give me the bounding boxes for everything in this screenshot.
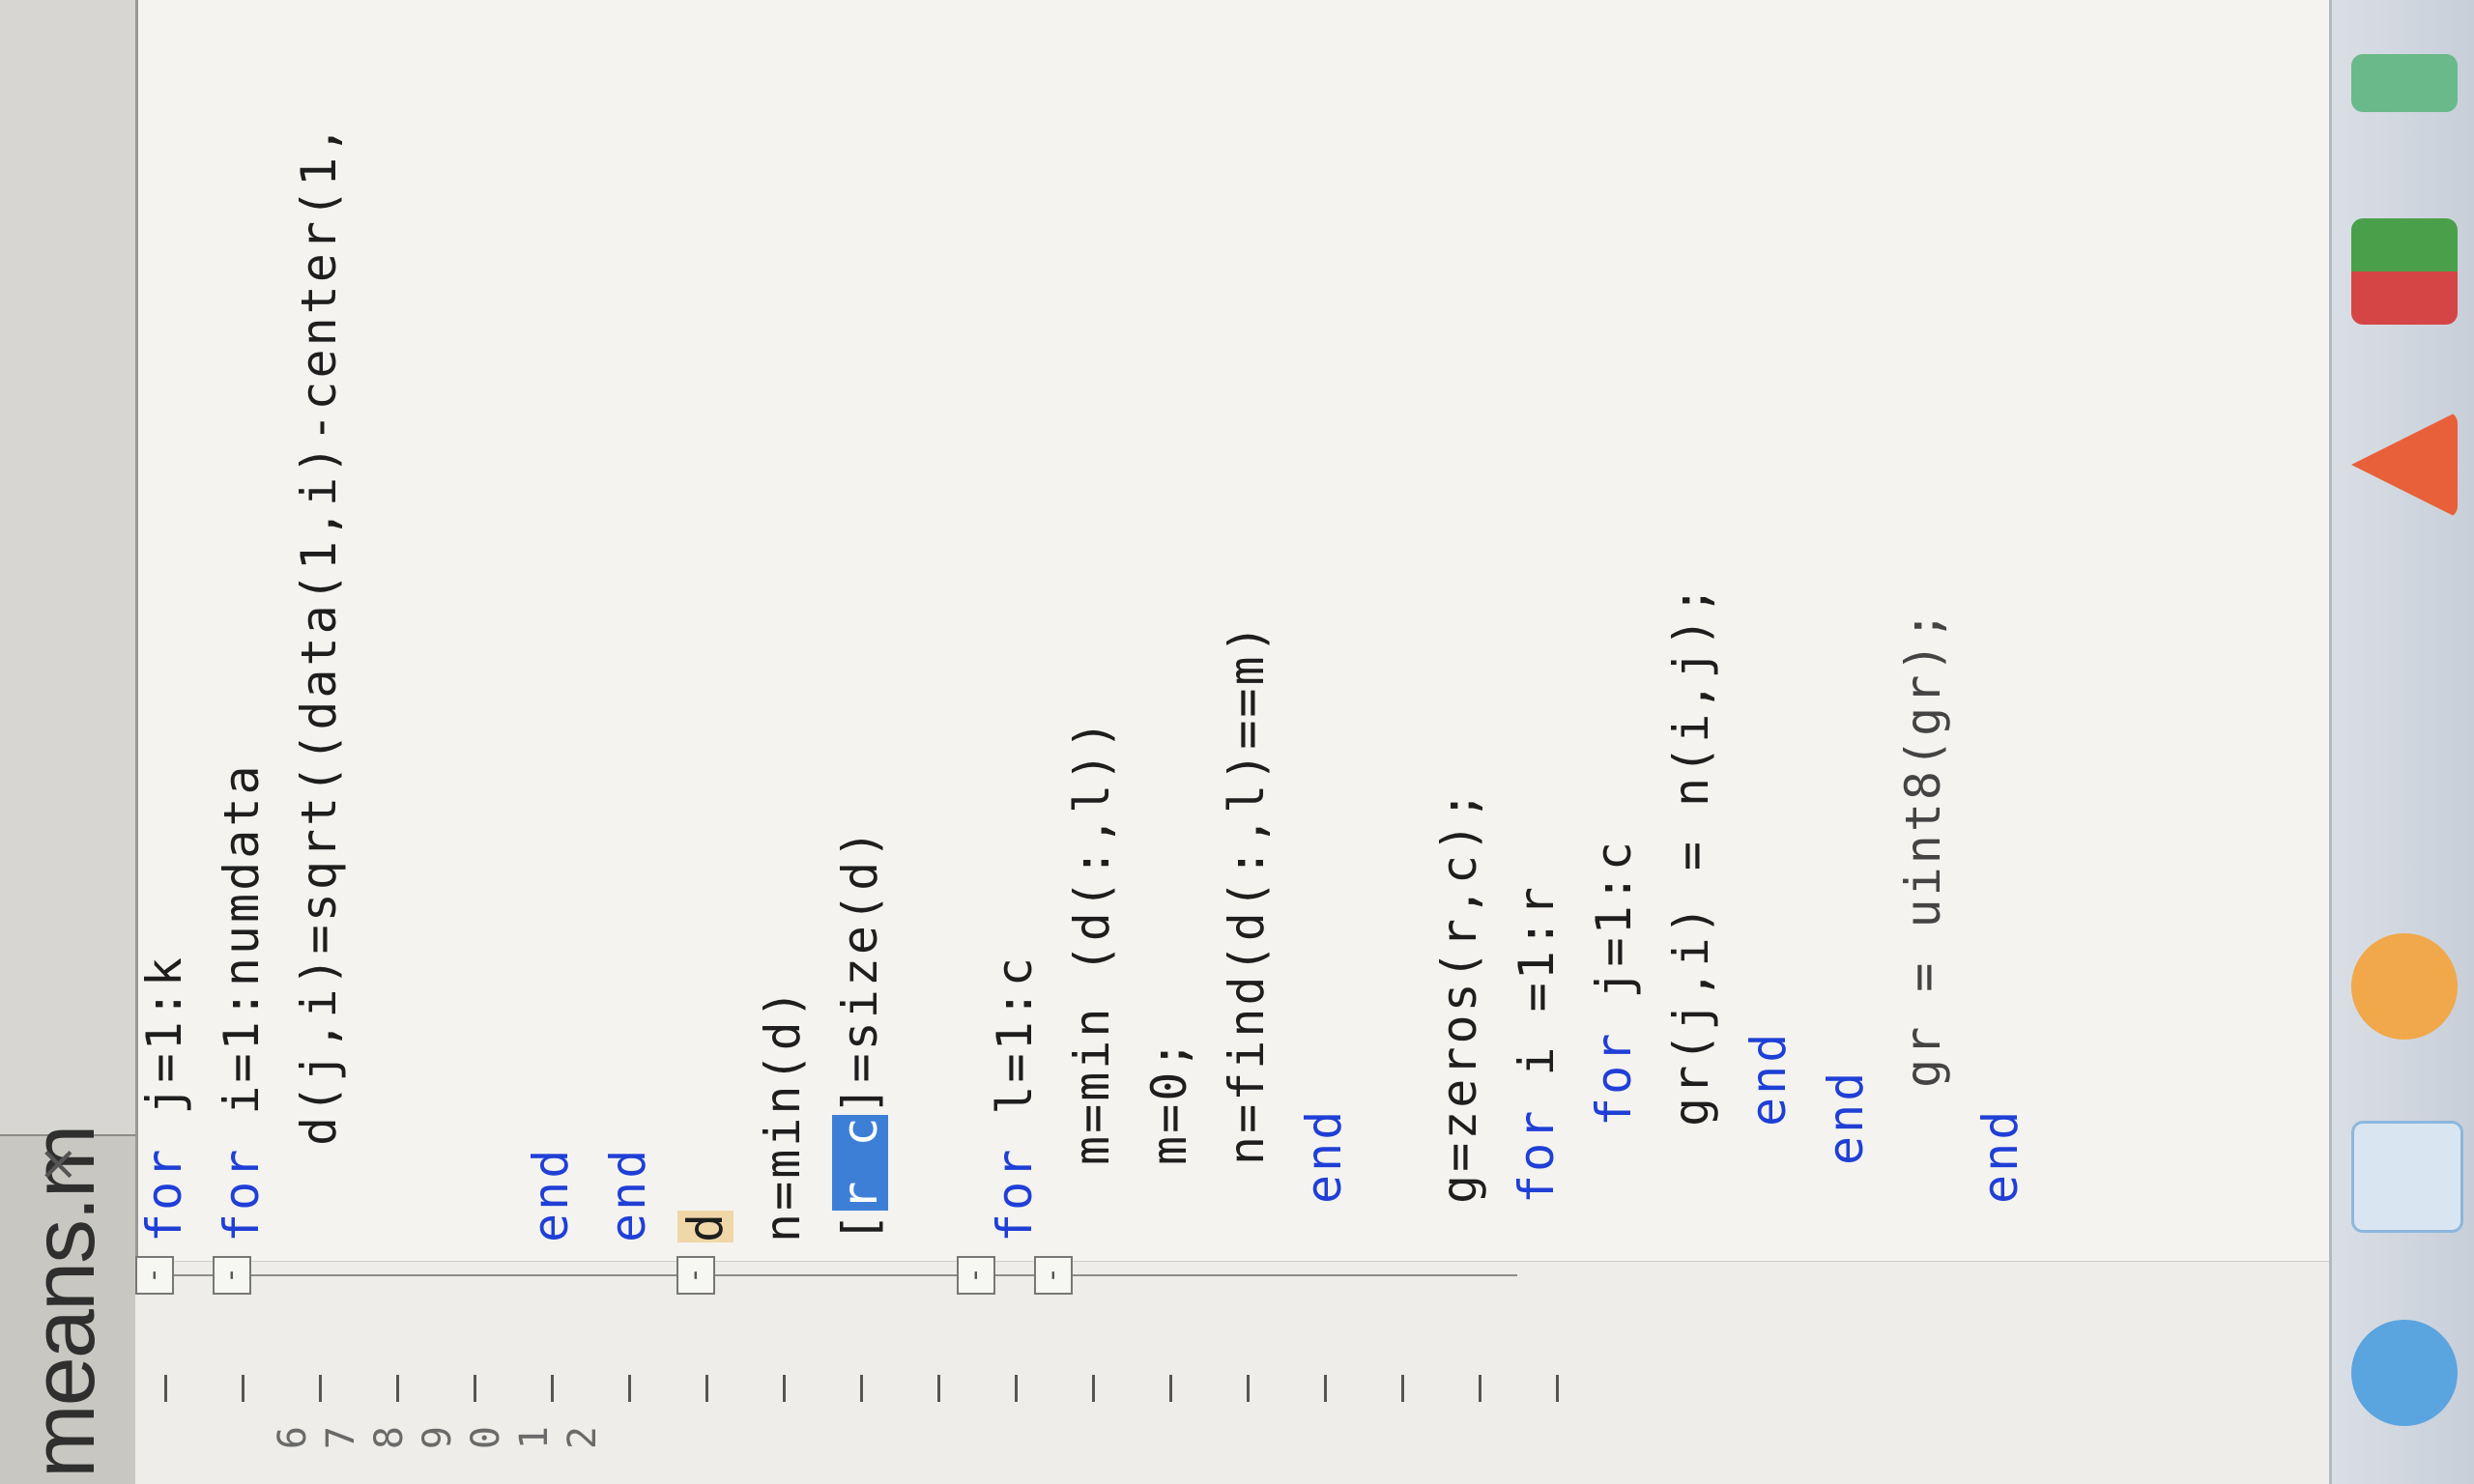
show-desktop-icon[interactable] — [2351, 54, 2458, 112]
gutter-dash — [242, 1375, 245, 1402]
code-text: j=1:c — [1586, 839, 1642, 999]
code-line: end — [1818, 1069, 1874, 1165]
line-number: 2 — [561, 1426, 605, 1450]
code-line: for j=1:k — [135, 955, 193, 1242]
line-number: 6 — [271, 1426, 315, 1450]
code-line: for i=1:numdata — [213, 762, 271, 1242]
code-line: for i =1:r — [1508, 884, 1566, 1204]
gutter-dash — [860, 1375, 863, 1402]
keyword: for — [1586, 998, 1642, 1127]
browser-icon[interactable] — [2351, 1121, 2463, 1233]
code-line: end — [600, 1146, 656, 1242]
code-line: d — [676, 1210, 734, 1242]
code-line: [r c]=size(d) — [831, 827, 889, 1242]
taskbar — [2329, 0, 2474, 1484]
gutter-dash — [705, 1375, 708, 1402]
highlighted-text: d — [677, 1210, 734, 1242]
fold-toggle-icon[interactable]: - — [676, 1256, 715, 1295]
tab-bar: means.m × — [0, 0, 138, 1484]
gutter-dash — [628, 1375, 631, 1402]
code-line: n=find(d(:,l)==m) — [1219, 621, 1275, 1165]
gutter-dash — [1324, 1375, 1327, 1402]
line-number: 7 — [319, 1426, 363, 1450]
gutter-dash — [1247, 1375, 1250, 1402]
code-line: end — [1972, 1107, 2028, 1204]
code-line: gr(j,i) = n(i,j); — [1663, 583, 1719, 1127]
gutter-dash — [1401, 1375, 1404, 1402]
gutter-dash — [937, 1375, 940, 1402]
line-number: 9 — [416, 1426, 460, 1450]
code-line: gr = uint8(gr); — [1895, 608, 1951, 1088]
line-number: 1 — [512, 1426, 557, 1450]
gutter-dash — [474, 1375, 476, 1402]
gutter-dash — [551, 1375, 554, 1402]
line-number: 8 — [367, 1426, 412, 1450]
code-text: [ — [832, 1210, 888, 1242]
code-text: l=1:c — [987, 955, 1043, 1115]
code-text: j=1:k — [136, 955, 192, 1115]
code-line: n=min(d) — [755, 986, 811, 1242]
gutter-dash — [396, 1375, 399, 1402]
gutter-dash — [164, 1375, 167, 1402]
keyword: for — [1509, 1075, 1565, 1204]
code-line: d(j,i)=sqrt((data(1,i)-center(1, — [291, 122, 347, 1146]
keyword: for — [136, 1114, 192, 1242]
code-text: ]=size(d) — [832, 826, 888, 1115]
gutter-dash — [783, 1375, 786, 1402]
code-text: i=1:numdata — [214, 762, 270, 1115]
code-line: end — [1296, 1107, 1352, 1204]
code-area[interactable]: for j=1:k for i=1:numdata d(j,i)=sqrt((d… — [135, 6, 2474, 1242]
code-editor[interactable]: 6 7 8 9 0 1 2 - - - - - for j=1:k for i=… — [135, 0, 2474, 1484]
close-icon[interactable]: × — [29, 1144, 85, 1184]
tab-means-m[interactable]: means.m × — [0, 1127, 135, 1484]
code-line: for j=1:c — [1585, 839, 1643, 1127]
gutter-dash — [1015, 1375, 1018, 1402]
editor-screen: means.m × 6 7 8 9 0 1 2 - - - - - for j=… — [0, 0, 2474, 1484]
gutter-dash — [1169, 1375, 1172, 1402]
selected-text[interactable]: r c — [832, 1114, 888, 1211]
gutter-dash — [319, 1375, 322, 1402]
code-line: g=zeros(r,c); — [1431, 787, 1487, 1204]
line-number: 0 — [464, 1426, 508, 1450]
fold-guide — [696, 1274, 986, 1276]
start-orb-icon[interactable] — [2351, 1320, 2458, 1426]
keyword: for — [987, 1114, 1043, 1242]
code-line: m=0; — [1141, 1037, 1197, 1165]
gutter-dash — [1092, 1375, 1095, 1402]
fold-toggle-icon[interactable]: - — [957, 1256, 995, 1295]
fold-toggle-icon[interactable]: - — [135, 1256, 174, 1295]
code-line: end — [1740, 1030, 1797, 1127]
code-line: end — [523, 1146, 579, 1242]
line-gutter: 6 7 8 9 0 1 2 - - - - - — [135, 1256, 2474, 1484]
fold-toggle-icon[interactable]: - — [213, 1256, 251, 1295]
media-icon[interactable] — [2351, 933, 2458, 1040]
code-line: for l=1:c — [986, 955, 1044, 1242]
code-line: m=min (d(:,l)) — [1064, 717, 1120, 1165]
code-text: i =1:r — [1509, 883, 1565, 1076]
keyword: for — [214, 1114, 270, 1242]
gutter-dash — [1556, 1375, 1559, 1402]
fold-toggle-icon[interactable]: - — [1034, 1256, 1073, 1295]
office-icon[interactable] — [2351, 218, 2458, 325]
matlab-icon[interactable] — [2351, 412, 2458, 518]
gutter-dash — [1479, 1375, 1482, 1402]
